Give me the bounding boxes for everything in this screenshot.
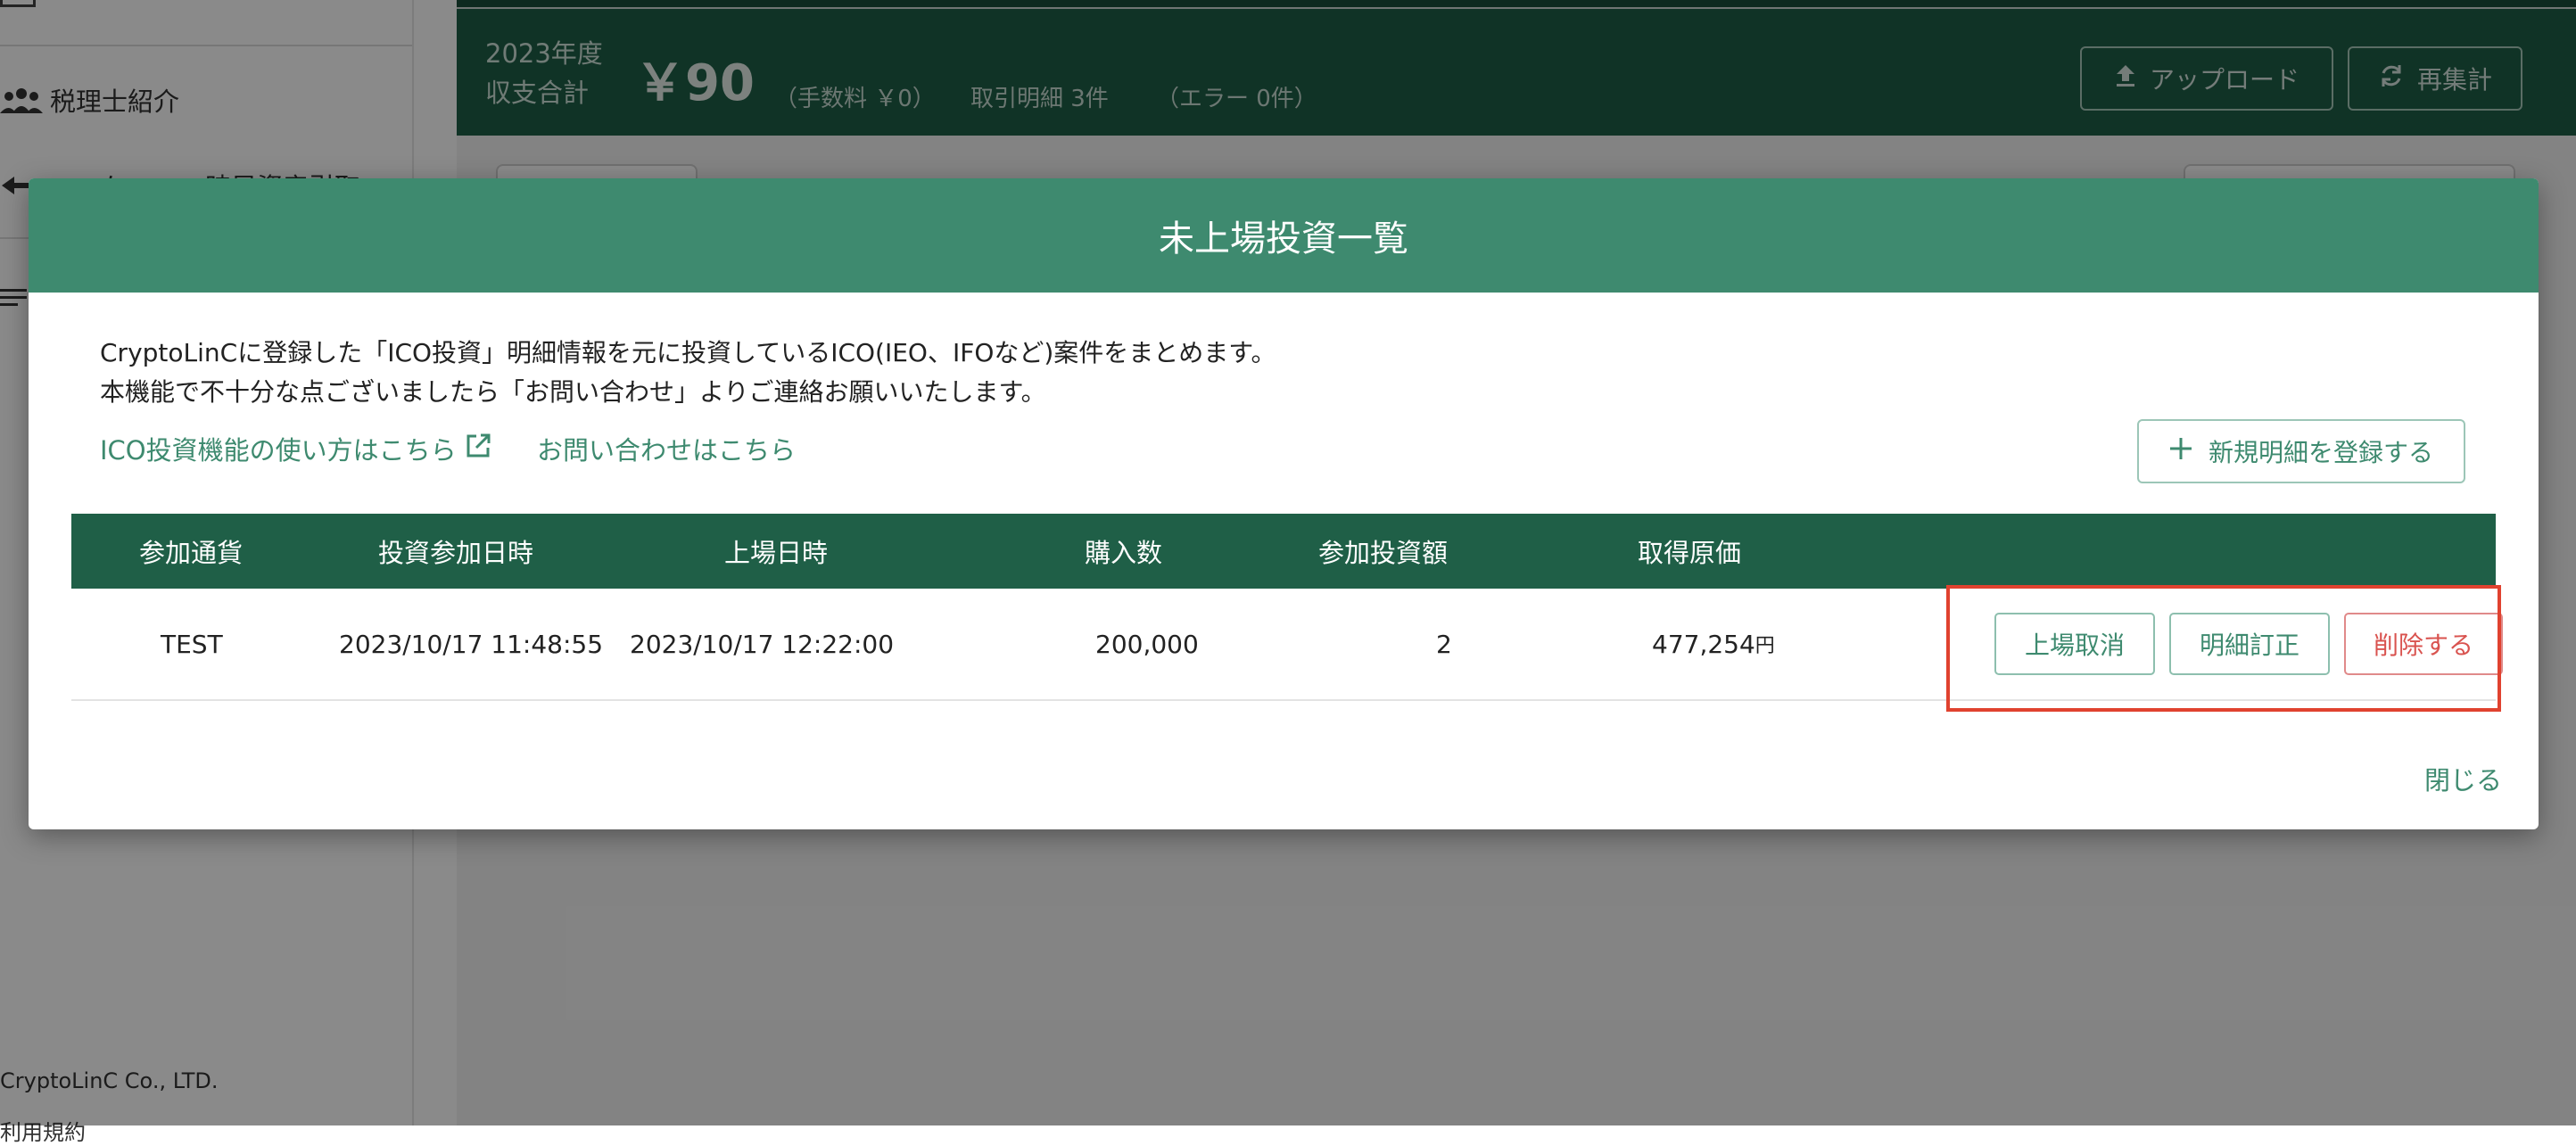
cost-unit: 円 [1754, 635, 1775, 657]
invest-date-cell: 2023/10/17 11:48:55 [339, 629, 604, 659]
external-link-icon [464, 432, 492, 466]
column-header: 上場日時 [724, 538, 829, 568]
listing-date-cell: 2023/10/17 12:22:00 [630, 629, 895, 659]
column-header: 購入数 [1085, 538, 1163, 568]
plus-icon [2169, 437, 2192, 466]
register-new-button[interactable]: 新規明細を登録する [2137, 419, 2465, 483]
description-line-2: 本機能で不十分な点ございましたら「お問い合わせ」よりご連絡お願いいたします。 [100, 377, 1046, 407]
howto-link-label: ICO投資機能の使い方はこちら [100, 435, 457, 466]
cost-value: 477,254 [1652, 629, 1755, 659]
howto-link[interactable]: ICO投資機能の使い方はこちら [100, 430, 492, 467]
column-header: 取得原価 [1638, 538, 1742, 568]
register-new-label: 新規明細を登録する [2208, 438, 2433, 467]
close-button[interactable]: 閉じる [2424, 760, 2502, 797]
quantity-cell: 200,000 [1095, 629, 1199, 659]
actions-highlight [1946, 585, 2501, 712]
column-header: 参加投資額 [1318, 538, 1449, 568]
description-line-1: CryptoLinCに登録した「ICO投資」明細情報を元に投資しているICO(I… [100, 338, 1276, 367]
modal-title: 未上場投資一覧 [29, 178, 2539, 293]
table-header: 参加通貨 投資参加日時 上場日時 購入数 参加投資額 取得原価 [71, 514, 2496, 589]
currency-cell: TEST [161, 629, 223, 659]
cost-cell: 477,254 円 [1652, 589, 1775, 699]
column-header: 参加通貨 [139, 538, 244, 568]
amount-cell: 2 [1436, 629, 1452, 659]
column-header: 投資参加日時 [378, 538, 534, 568]
contact-link[interactable]: お問い合わせはこちら [537, 430, 796, 467]
unlisted-investments-modal: 未上場投資一覧 CryptoLinCに登録した「ICO投資」明細情報を元に投資し… [29, 178, 2539, 829]
